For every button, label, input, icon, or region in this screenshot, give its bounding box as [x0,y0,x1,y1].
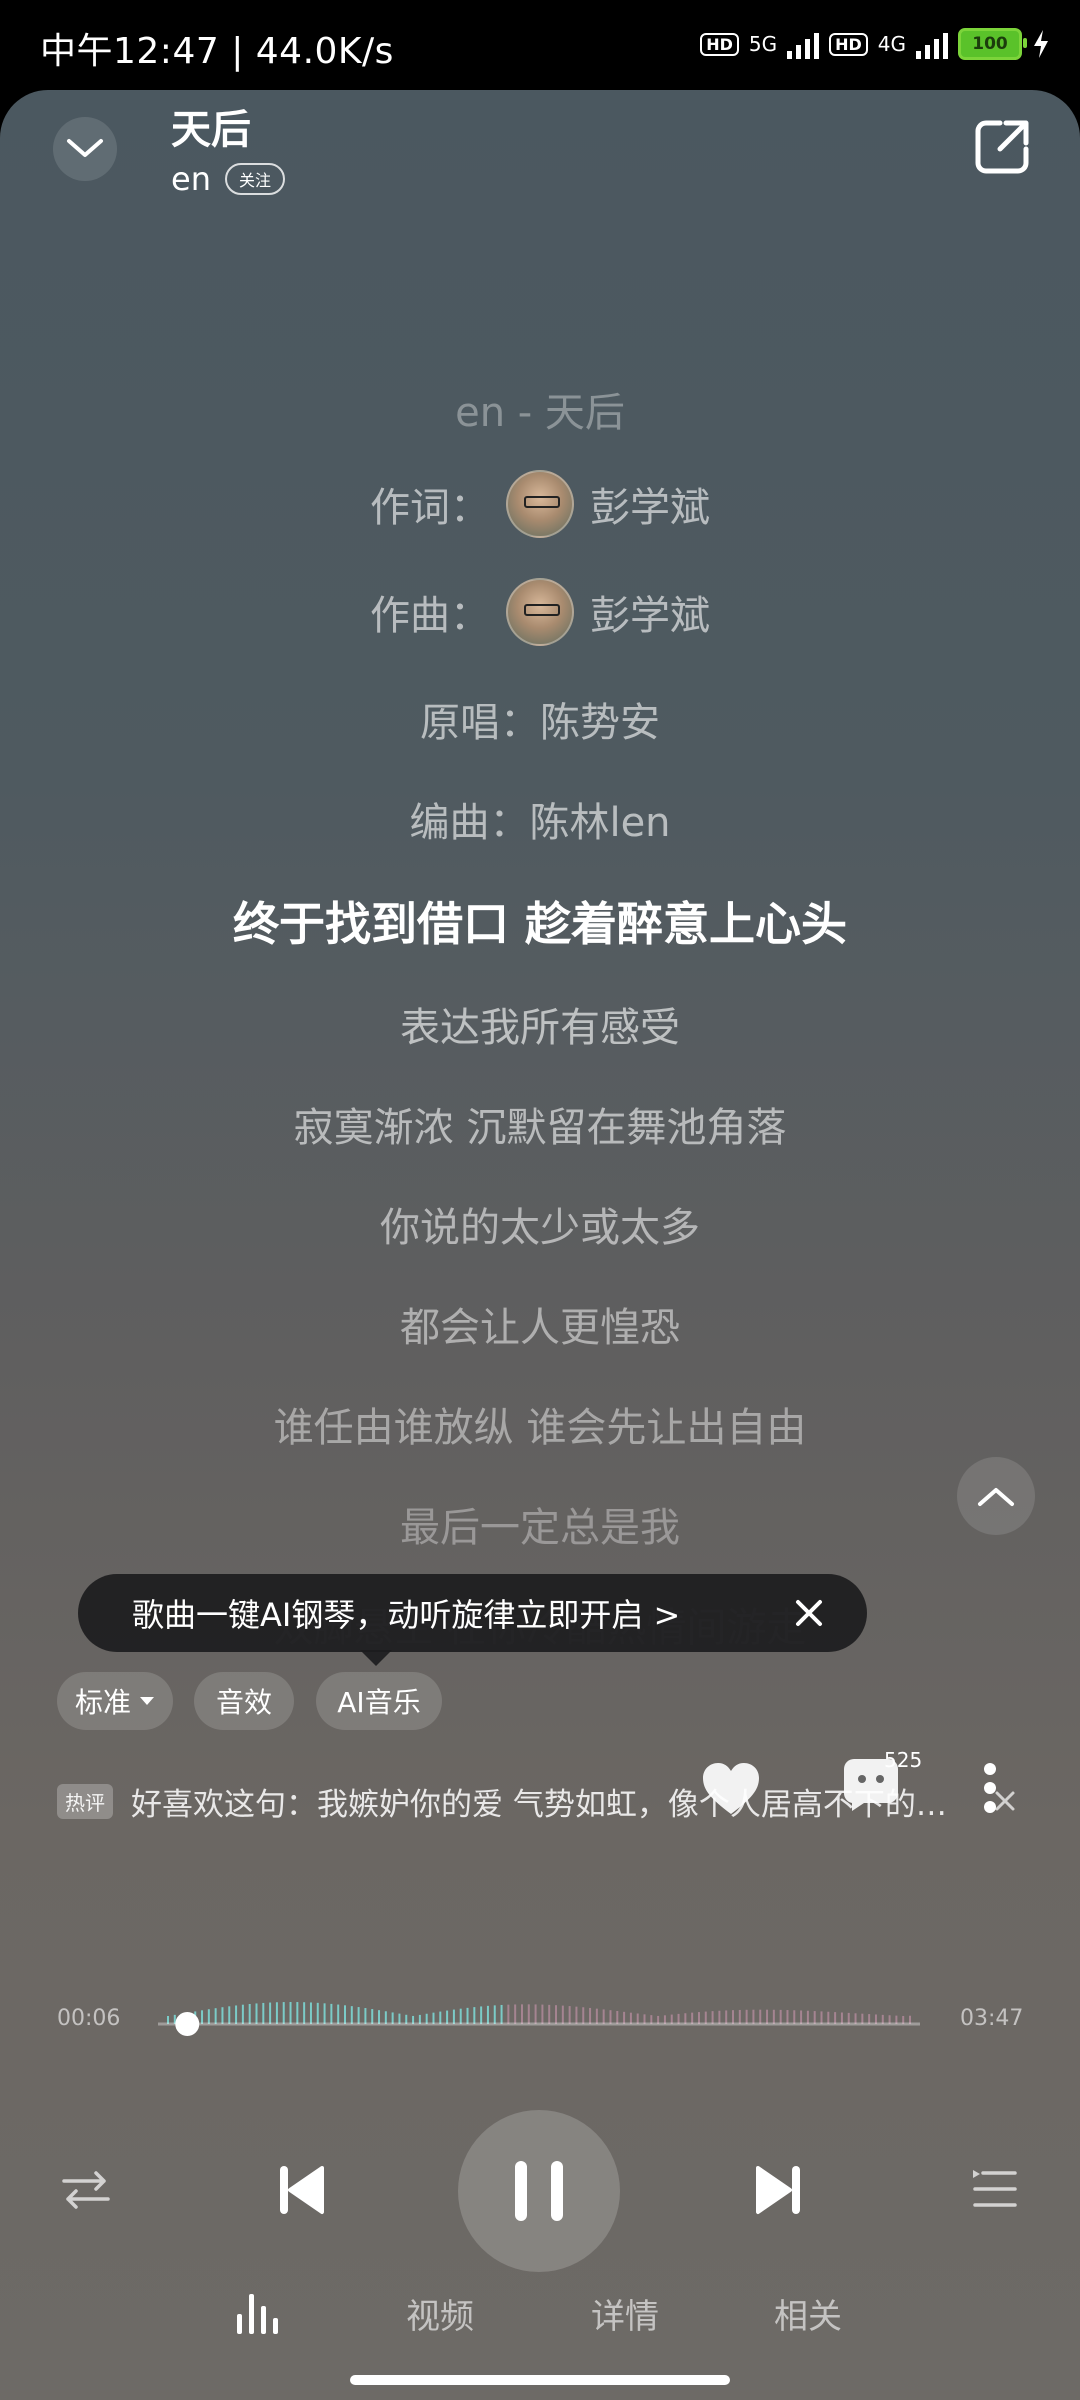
quality-selector[interactable]: 标准 [57,1672,173,1730]
lyric-line: 寂寞渐浓 沉默留在舞池角落 [293,1105,787,1151]
hot-comment-text[interactable]: 好喜欢这句：我嫉妒你的爱 气势如虹，像个人居高不下的… [131,1779,973,1824]
share-icon [975,120,1029,174]
effects-label: 音效 [215,1686,272,1719]
repeat-icon [62,2171,110,2209]
pause-icon [515,2161,563,2221]
tab-video[interactable]: 视频 [380,2289,500,2338]
credit-label: 作词： [370,485,490,531]
elapsed-time: 00:06 [57,2006,121,2031]
effects-button[interactable]: 音效 [194,1672,294,1730]
hot-comment-bar[interactable]: 热评 好喜欢这句：我嫉妒你的爱 气势如虹，像个人居高不下的… [57,1778,1017,1824]
ai-piano-tooltip[interactable]: 歌曲一键AI钢琴，动听旋律立即开启 > [78,1574,867,1652]
artist-row: en 关注 [171,160,285,198]
equalizer-icon [237,2294,278,2334]
network-5g-label: 5G [748,32,778,56]
skip-previous-icon [280,2166,324,2214]
hd-icon: HD [700,32,739,56]
tab-details[interactable]: 详情 [565,2289,685,2338]
playlist-icon [973,2170,1017,2207]
credit-label: 作曲： [370,593,490,639]
current-lyric: 终于找到借口 趁着醉意上心头 [232,897,847,951]
hot-comment-badge: 热评 [57,1783,113,1819]
battery-icon: 100 [958,28,1027,60]
progress-thumb[interactable] [175,2012,200,2036]
credit-name[interactable]: 彭学斌 [590,475,710,533]
chevron-down-icon [67,139,103,157]
lyric-heading: en - 天后 [455,390,625,436]
caret-down-icon [140,1697,154,1705]
waveform-progress-slider[interactable] [158,1970,920,2050]
tab-player[interactable] [228,2283,288,2343]
lyrics-panel[interactable]: en - 天后 作词： 彭学斌 作曲： 彭学斌 原唱：陈势安 编曲：陈林len … [0,290,1080,1690]
ai-music-label: AI音乐 [337,1686,421,1719]
playlist-button[interactable] [966,2162,1022,2218]
song-title: 天后 [171,107,251,153]
lyric-line: 都会让人更惶恐 [400,1305,680,1351]
comment-count: 525 [884,1748,923,1772]
tooltip-text[interactable]: 歌曲一键AI钢琴，动听旋律立即开启 > [132,1590,789,1636]
player-screen: 天后 en 关注 en - 天后 作词： 彭学斌 作曲： 彭学斌 原唱：陈势安 … [0,90,1080,2400]
share-button[interactable] [970,115,1034,179]
play-pause-button[interactable] [458,2110,620,2272]
hd-icon-2: HD [829,32,868,56]
signal-icon-2 [916,29,948,59]
close-icon[interactable] [993,1789,1017,1813]
ai-music-button[interactable]: AI音乐 [316,1672,442,1730]
next-button[interactable] [746,2158,810,2222]
artist-name[interactable]: en [171,160,211,198]
lyric-line: 最后一定总是我 [400,1505,680,1551]
credit-name[interactable]: 彭学斌 [590,583,710,641]
avatar[interactable] [506,470,574,538]
avatar[interactable] [506,578,574,646]
repeat-mode-button[interactable] [58,2162,114,2218]
home-indicator [350,2375,730,2385]
status-bar: 中午12:47 | 44.0K/s HD 5G HD 4G 100 [0,0,1080,95]
total-time: 03:47 [960,2006,1024,2031]
chevron-up-icon [978,1488,1014,1506]
composer-credit: 作曲： 彭学斌 [0,578,1080,646]
quality-label: 标准 [74,1686,131,1719]
lyric-line: 你说的太少或太多 [380,1205,700,1251]
lyricist-credit: 作词： 彭学斌 [0,470,1080,538]
skip-next-icon [756,2166,800,2214]
scroll-to-current-button[interactable] [957,1457,1035,1535]
status-time: 中午12:47 | 44.0K/s [40,31,394,72]
previous-button[interactable] [270,2158,334,2222]
charging-icon [1034,30,1048,58]
lyric-line: 谁任由谁放纵 谁会先让出自由 [273,1405,807,1451]
status-icons: HD 5G HD 4G 100 [700,28,1050,60]
arranger: 编曲：陈林len [409,800,671,846]
tooltip-arrow [360,1650,392,1666]
collapse-button[interactable] [53,117,117,181]
tab-related[interactable]: 相关 [748,2289,868,2338]
network-4g-label: 4G [877,32,906,56]
bottom-tab-bar: 视频 详情 相关 [0,2275,1080,2355]
lyric-line: 表达我所有感受 [400,1005,680,1051]
original-singer: 原唱：陈势安 [420,700,660,746]
close-icon[interactable] [789,1593,829,1633]
follow-button[interactable]: 关注 [224,163,285,195]
signal-icon [787,29,820,59]
